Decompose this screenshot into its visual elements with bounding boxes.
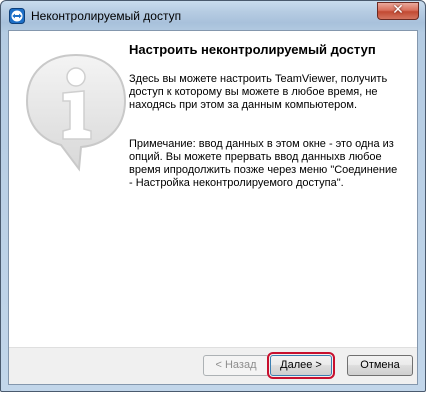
wizard-heading: Настроить неконтролируемый доступ <box>129 42 376 57</box>
title-bar[interactable]: Неконтролируемый доступ ✕ <box>1 1 425 31</box>
back-button[interactable]: < Назад <box>203 355 269 376</box>
window-title: Неконтролируемый доступ <box>31 9 182 23</box>
teamviewer-icon <box>9 8 25 24</box>
dialog-window: Неконтролируемый доступ ✕ Настроить неко… <box>0 0 426 392</box>
cancel-button[interactable]: Отмена <box>347 355 413 376</box>
close-button[interactable]: ✕ <box>377 2 419 20</box>
close-icon: ✕ <box>392 2 404 18</box>
next-button[interactable]: Далее > <box>267 352 335 379</box>
button-bar: < Назад Далее > Отмена <box>9 347 417 384</box>
note-text: Примечание: ввод данных в этом окне - эт… <box>129 138 398 189</box>
wizard-content: Настроить неконтролируемый доступ Здесь … <box>8 30 418 385</box>
intro-text: Здесь вы можете настроить TeamViewer, по… <box>129 73 388 111</box>
info-speech-bubble-icon <box>25 53 127 172</box>
